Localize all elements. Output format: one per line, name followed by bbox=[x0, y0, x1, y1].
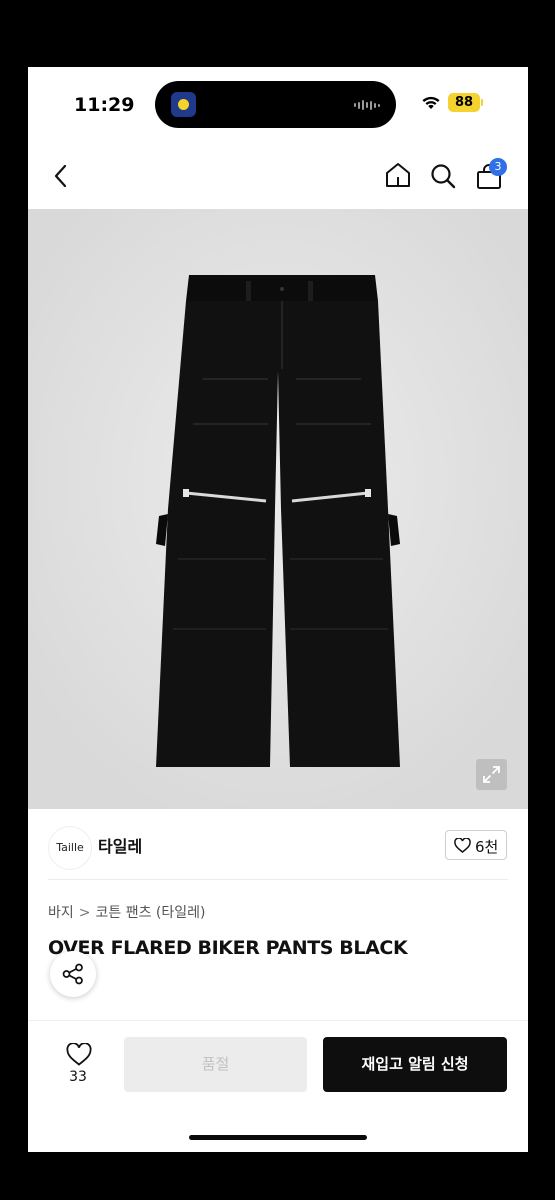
shop-like-count: 6천 bbox=[475, 838, 499, 856]
divider bbox=[48, 879, 508, 880]
soldout-button[interactable]: 품절 bbox=[124, 1037, 307, 1092]
breadcrumb-item-category[interactable]: 바지 bbox=[48, 905, 74, 921]
breadcrumb-item-subcategory[interactable]: 코튼 팬츠 (타일레) bbox=[96, 905, 206, 921]
breadcrumb: 바지 > 코튼 팬츠 (타일레) bbox=[48, 902, 205, 922]
share-button[interactable] bbox=[50, 951, 96, 997]
dynamic-island bbox=[155, 81, 396, 128]
home-indicator bbox=[189, 1135, 367, 1140]
search-icon[interactable] bbox=[429, 162, 457, 190]
battery-indicator: 88 bbox=[448, 93, 480, 112]
home-icon[interactable] bbox=[384, 161, 412, 189]
share-icon bbox=[62, 963, 83, 985]
live-activity-app-icon bbox=[171, 92, 196, 117]
expand-icon bbox=[483, 766, 500, 783]
shop-like-button[interactable]: 6천 bbox=[445, 830, 507, 860]
wishlist-heart-icon[interactable] bbox=[66, 1043, 92, 1066]
app-screen: 11:29 88 3 Taille 타일레 6천 바지 > 코튼 팬츠 (타일레… bbox=[28, 67, 528, 1152]
heart-icon bbox=[454, 838, 471, 853]
wishlist-count: 33 bbox=[69, 1069, 87, 1085]
battery-tip bbox=[481, 99, 483, 106]
wifi-icon bbox=[422, 96, 440, 109]
shop-name[interactable]: 타일레 bbox=[98, 833, 142, 857]
product-image[interactable] bbox=[28, 209, 528, 809]
shop-logo[interactable]: Taille bbox=[48, 826, 92, 870]
soundwave-icon bbox=[354, 99, 380, 111]
back-chevron-icon[interactable] bbox=[54, 164, 68, 188]
expand-image-button[interactable] bbox=[476, 759, 507, 790]
product-title: OVER FLARED BIKER PANTS BLACK bbox=[48, 937, 408, 959]
pants-illustration bbox=[28, 209, 528, 809]
status-time: 11:29 bbox=[74, 94, 135, 116]
breadcrumb-separator: > bbox=[78, 905, 91, 921]
restock-alert-button[interactable]: 재입고 알림 신청 bbox=[323, 1037, 507, 1092]
bottom-action-bar: 33 품절 재입고 알림 신청 bbox=[28, 1020, 528, 1152]
cart-badge: 3 bbox=[489, 158, 507, 176]
